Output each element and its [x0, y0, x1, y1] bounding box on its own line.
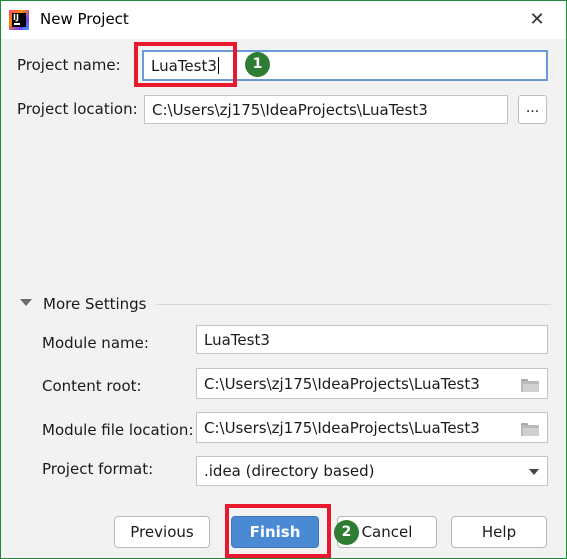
project-format-select[interactable]: .idea (directory based): [196, 456, 548, 486]
project-location-input[interactable]: C:\Users\zj175\IdeaProjects\LuaTest3: [144, 95, 508, 124]
module-name-value: LuaTest3: [204, 330, 270, 349]
step-badge-2: 2: [334, 520, 359, 545]
highlight-box-finish: [225, 504, 331, 558]
content-root-input[interactable]: C:\Users\zj175\IdeaProjects\LuaTest3: [196, 368, 548, 399]
folder-icon[interactable]: [521, 423, 539, 436]
dialog-title: New Project: [40, 10, 129, 28]
highlight-box-project-name: [134, 42, 237, 87]
folder-icon[interactable]: [521, 379, 539, 392]
module-file-location-label: Module file location:: [42, 421, 194, 439]
title-bar: IJ New Project ✕: [1, 1, 566, 39]
triangle-down-icon[interactable]: [20, 299, 32, 306]
help-button[interactable]: Help: [451, 516, 547, 548]
project-location-value: C:\Users\zj175\IdeaProjects\LuaTest3: [152, 100, 428, 119]
module-name-input[interactable]: LuaTest3: [196, 325, 548, 354]
intellij-idea-icon: IJ: [9, 10, 29, 30]
section-divider: [156, 304, 551, 305]
module-file-location-input[interactable]: C:\Users\zj175\IdeaProjects\LuaTest3: [196, 412, 548, 443]
content-root-label: Content root:: [42, 377, 142, 395]
module-name-label: Module name:: [42, 334, 149, 352]
more-settings-toggle[interactable]: More Settings: [43, 295, 146, 313]
module-file-location-value: C:\Users\zj175\IdeaProjects\LuaTest3: [204, 418, 480, 437]
previous-button[interactable]: Previous: [114, 516, 210, 548]
project-location-label: Project location:: [17, 100, 138, 118]
new-project-dialog: IJ New Project ✕ Project name: LuaTest3 …: [0, 0, 567, 559]
browse-button[interactable]: ...: [518, 95, 547, 124]
chevron-down-icon: [529, 469, 539, 475]
step-badge-1: 1: [245, 52, 270, 77]
close-icon[interactable]: ✕: [527, 10, 547, 30]
content-root-value: C:\Users\zj175\IdeaProjects\LuaTest3: [204, 374, 480, 393]
project-name-label: Project name:: [17, 56, 121, 74]
project-format-label: Project format:: [42, 460, 154, 478]
project-format-value: .idea (directory based): [204, 462, 375, 480]
